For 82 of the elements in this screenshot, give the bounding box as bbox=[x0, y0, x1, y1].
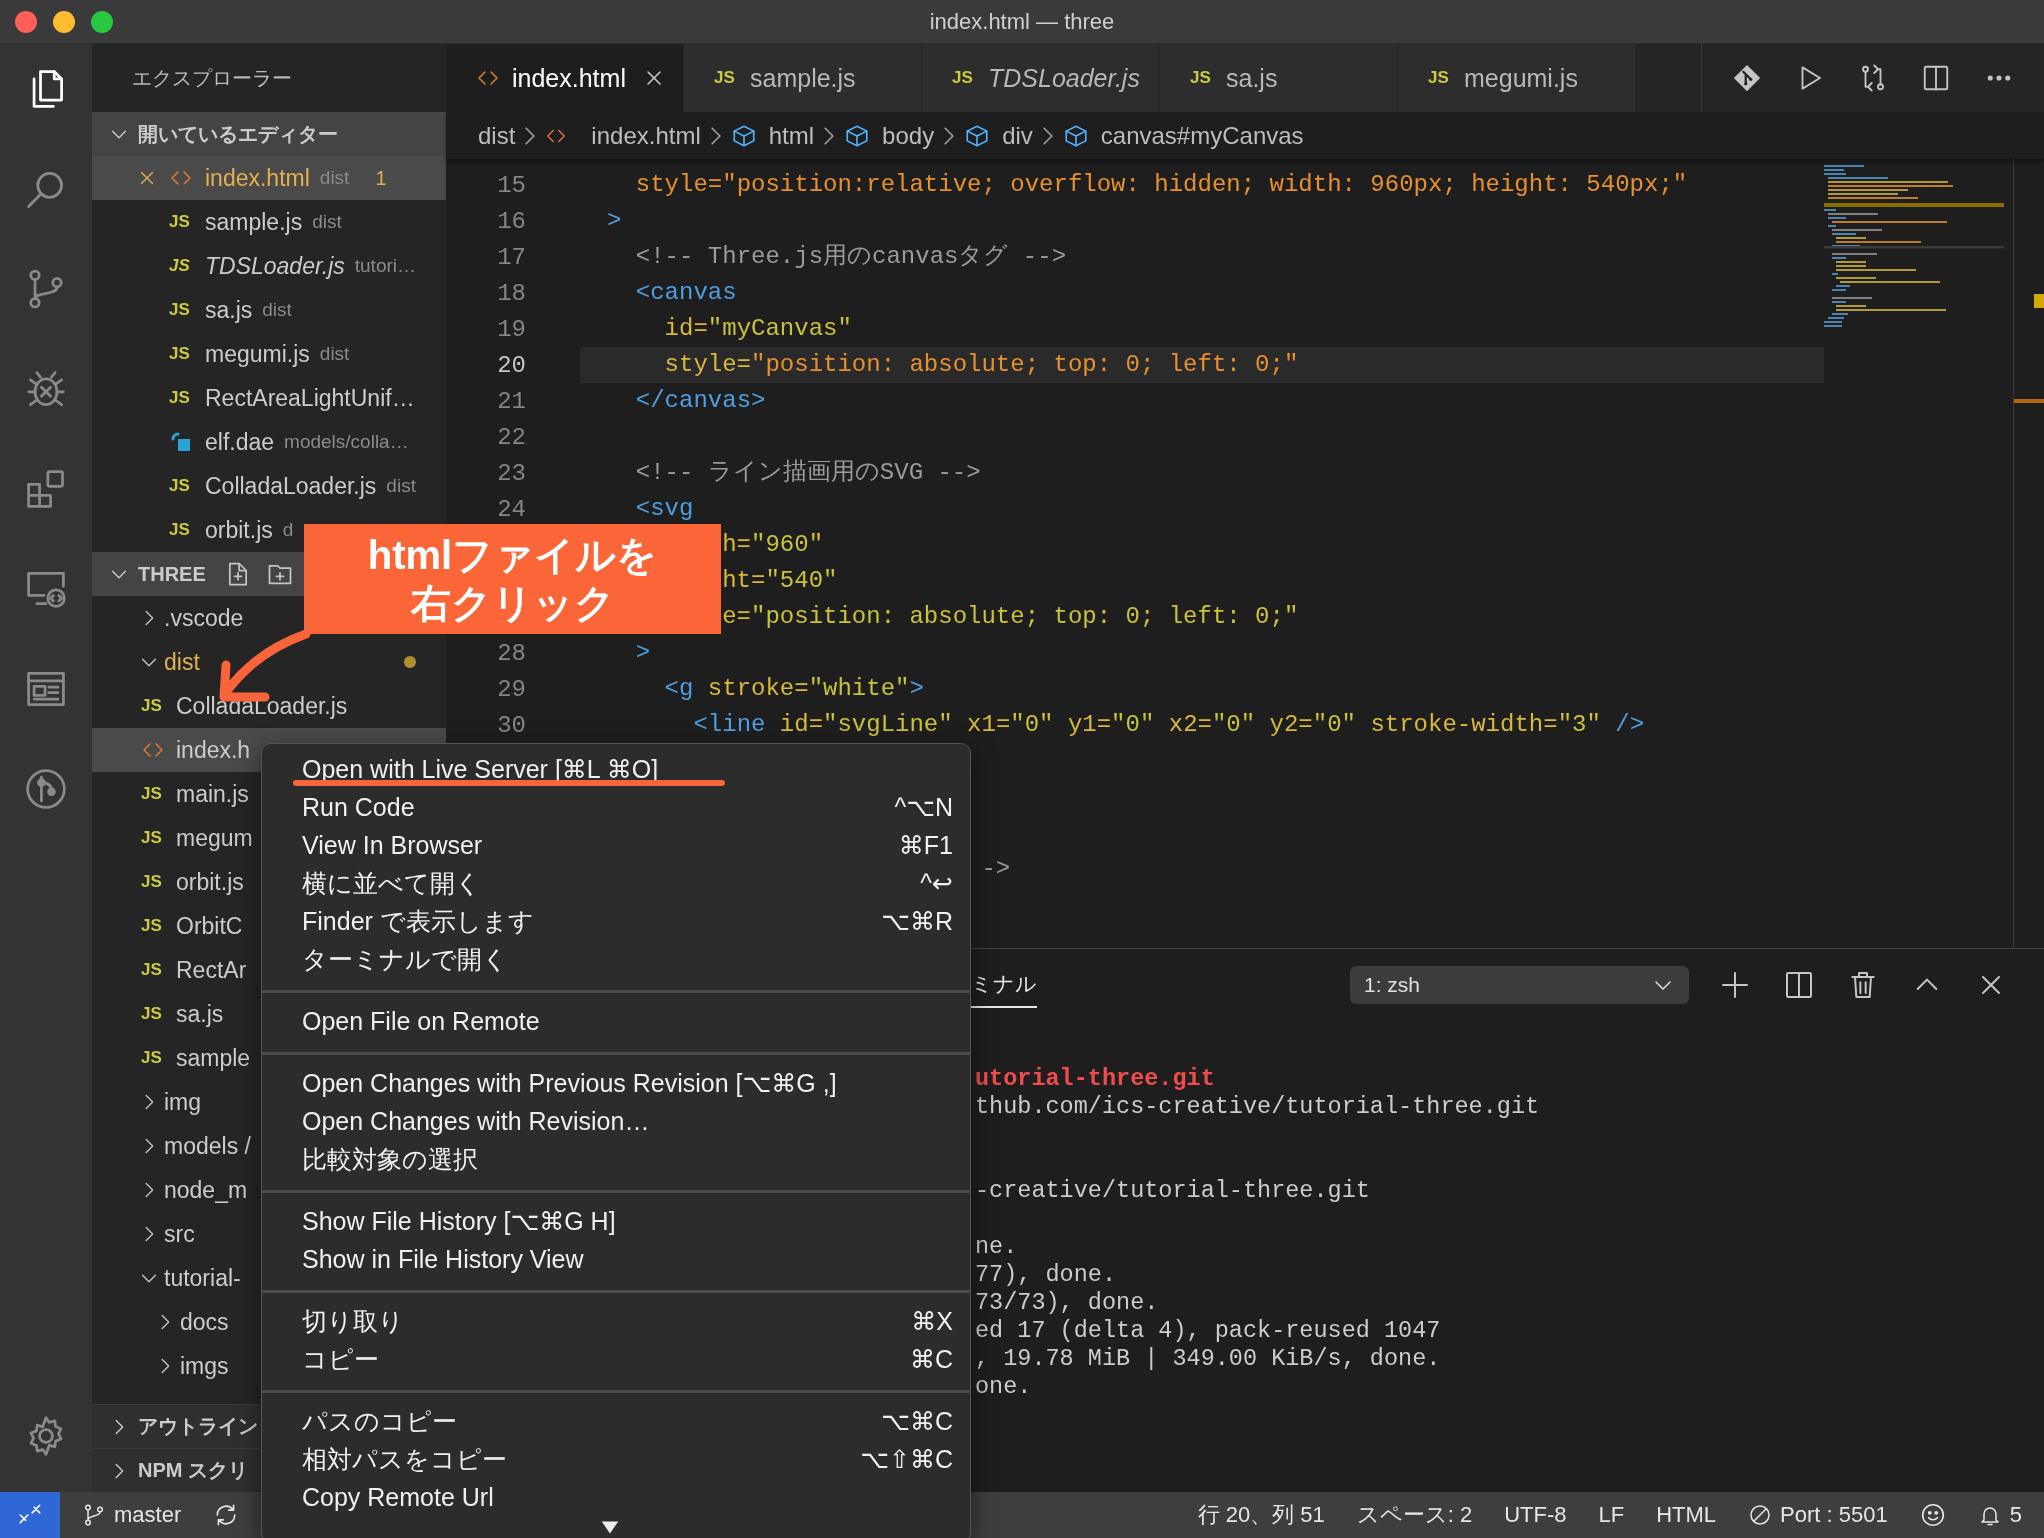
file-path-hint: dist bbox=[319, 343, 350, 365]
terminal-line: ne. bbox=[975, 1233, 1019, 1261]
terminal-line: one. bbox=[975, 1373, 1033, 1401]
shortcut-label: ⌘F1 bbox=[898, 830, 953, 860]
code-line: h="960" bbox=[722, 530, 824, 560]
line-number: 28 bbox=[496, 639, 526, 667]
line-number: 30 bbox=[496, 711, 526, 739]
code-line: e="position: absolute; top: 0; left: 0;" bbox=[722, 602, 1299, 632]
section-title: アウトライン bbox=[138, 1414, 258, 1439]
line-number: 16 bbox=[496, 207, 526, 235]
code-line: <!-- ライン描画用のSVG --> bbox=[635, 458, 981, 488]
code-line: ht="540" bbox=[722, 566, 838, 596]
terminal-line: utorial-three.git bbox=[975, 1065, 1216, 1093]
terminal-line: , 19.78 MiB | 349.00 KiB/s, done. bbox=[975, 1345, 1442, 1373]
js-file-icon: JS bbox=[169, 256, 193, 276]
section-title: 開いているエディター bbox=[138, 121, 338, 147]
window-title: index.html — three bbox=[929, 8, 1115, 35]
terminal-line: 77), done. bbox=[975, 1261, 1118, 1289]
code-line: -> bbox=[981, 854, 1011, 884]
code-line: <!-- Three.js用のcanvasタグ --> bbox=[635, 242, 1067, 272]
code-line: style="position: absolute; top: 0; left: 0;" bbox=[664, 350, 1299, 380]
js-file-icon: JS bbox=[141, 960, 165, 980]
code-line: <g stroke="white"> bbox=[664, 674, 924, 704]
code-line: style="position:relative; overflow: hidden; width: 960px; height: 540px;" bbox=[635, 170, 1688, 200]
line-number: 21 bbox=[496, 387, 526, 415]
code-line: </canvas> bbox=[635, 386, 766, 416]
line-number: 24 bbox=[496, 495, 526, 523]
file-path-hint: dist bbox=[312, 211, 342, 233]
shortcut-label: ⌥⇧⌘C bbox=[860, 1444, 953, 1474]
js-file-icon: JS bbox=[169, 388, 193, 408]
line-number: 19 bbox=[496, 315, 526, 343]
shortcut-label: ^↩ bbox=[920, 868, 953, 898]
file-path-hint: dist bbox=[386, 475, 416, 497]
terminal-line: ed 17 (delta 4), pack-reused 1047 bbox=[975, 1317, 1442, 1345]
line-number: 22 bbox=[496, 423, 526, 451]
js-file-icon: JS bbox=[169, 212, 193, 232]
code-line: id="myCanvas" bbox=[664, 314, 852, 344]
shortcut-label: ⌘X bbox=[911, 1306, 953, 1336]
code-line: > bbox=[635, 638, 651, 668]
js-file-icon: JS bbox=[141, 1004, 165, 1024]
section-title: THREE bbox=[138, 562, 206, 586]
terminal-line: thub.com/ics-creative/tutorial-three.git bbox=[975, 1093, 1541, 1121]
line-number: 17 bbox=[496, 243, 526, 271]
file-path-hint: models/colla… bbox=[284, 431, 409, 453]
terminal-line: 73/73), done. bbox=[975, 1289, 1160, 1317]
shortcut-label: ⌥⌘R bbox=[881, 906, 953, 936]
file-path-hint: tutori… bbox=[354, 255, 416, 277]
js-file-icon: JS bbox=[141, 916, 165, 936]
line-number: 20 bbox=[496, 351, 526, 379]
file-path-hint: dist bbox=[319, 167, 350, 189]
code-line: <svg bbox=[635, 494, 694, 524]
terminal-line: -creative/tutorial-three.git bbox=[975, 1177, 1371, 1205]
js-file-icon: JS bbox=[952, 68, 976, 88]
file-path-hint: d bbox=[282, 519, 294, 541]
shortcut-label: ^⌥N bbox=[894, 792, 953, 822]
sidebar-title: エクスプローラー bbox=[131, 65, 293, 91]
code-line: <line id="svgLine" x1="0" y1="0" x2="0" y2="0" stroke-width="3" /> bbox=[693, 710, 1645, 740]
line-number: 23 bbox=[496, 459, 526, 487]
annotation-text: 右クリック bbox=[409, 580, 616, 627]
js-file-icon: JS bbox=[1428, 68, 1452, 88]
file-path-hint: dist bbox=[262, 299, 292, 321]
js-file-icon: JS bbox=[141, 1048, 165, 1068]
js-file-icon: JS bbox=[169, 300, 193, 320]
code-line: <canvas bbox=[635, 278, 737, 308]
js-file-icon: JS bbox=[141, 696, 165, 716]
code-line: > bbox=[607, 206, 622, 236]
js-file-icon: JS bbox=[141, 828, 165, 848]
js-file-icon: JS bbox=[169, 344, 193, 364]
line-number: 18 bbox=[496, 279, 526, 307]
js-file-icon: JS bbox=[141, 784, 165, 804]
line-number: 15 bbox=[496, 171, 526, 199]
shortcut-label: ⌥⌘C bbox=[881, 1406, 953, 1436]
js-file-icon: JS bbox=[169, 520, 193, 540]
js-file-icon: JS bbox=[714, 68, 738, 88]
shortcut-label: ⌘C bbox=[909, 1344, 953, 1374]
section-title: NPM スクリ bbox=[138, 1458, 248, 1483]
js-file-icon: JS bbox=[141, 872, 165, 892]
js-file-icon: JS bbox=[1190, 68, 1214, 88]
annotation-text: htmlファイルを bbox=[367, 532, 658, 579]
js-file-icon: JS bbox=[169, 476, 193, 496]
line-number: 29 bbox=[496, 675, 526, 703]
problem-count: 1 bbox=[375, 166, 387, 190]
